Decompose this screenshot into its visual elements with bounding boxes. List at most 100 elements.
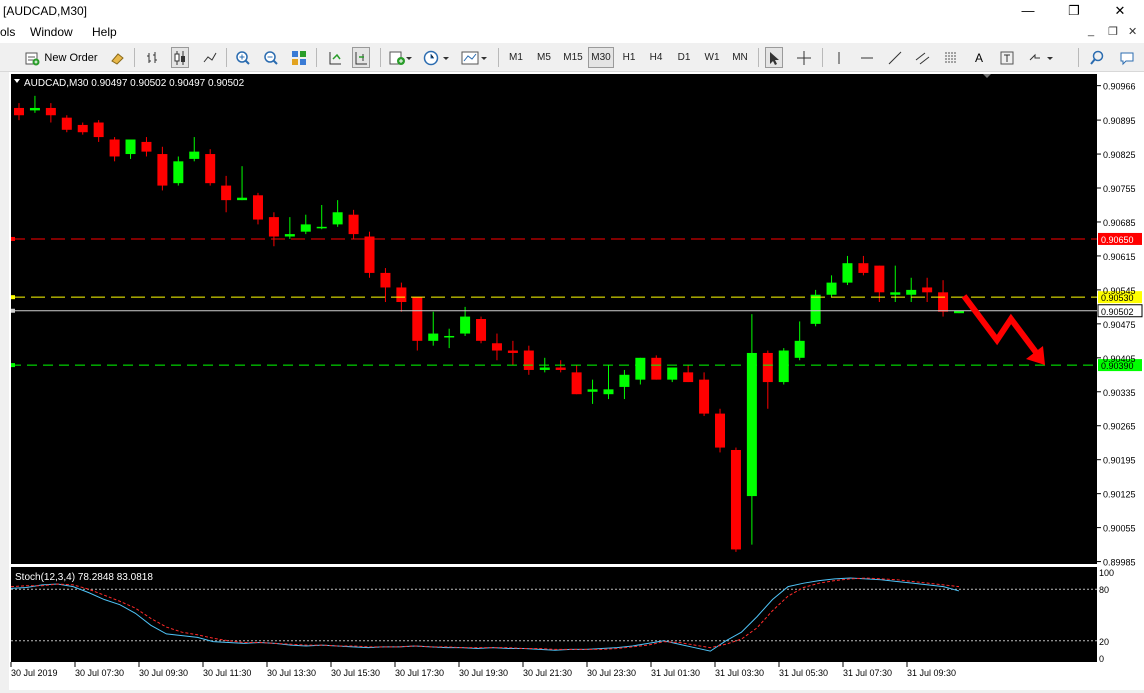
chart-shift-icon [355,51,367,64]
cursor-button[interactable] [765,47,783,68]
stochastic-tick-label: 100 [1099,568,1114,578]
trendline-button[interactable] [886,47,904,68]
candle [778,348,789,385]
time-tick-label: 30 Jul 09:30 [139,668,188,678]
templates-icon [461,51,487,64]
trendline-icon [888,51,902,64]
time-tick-label: 31 Jul 09:30 [907,668,956,678]
price-tick-label: 0.90966 [1103,82,1136,92]
time-tick-label: 30 Jul 11:30 [203,668,251,678]
periods-button[interactable] [422,47,452,68]
tile-windows-icon [292,50,306,65]
time-tick-label: 31 Jul 07:30 [843,668,892,678]
time-tick-label: 30 Jul 2019 [11,668,58,678]
menu-window[interactable]: Window [30,25,73,39]
text-button[interactable] [998,47,1016,68]
crosshair-button[interactable] [795,47,813,68]
indicators-button[interactable] [388,47,414,68]
search-button[interactable] [1088,47,1106,68]
arrows-button[interactable] [1026,47,1056,68]
bar-chart-button[interactable] [144,47,162,68]
time-tick-label: 31 Jul 03:30 [715,668,764,678]
mdi-restore-button[interactable]: ❐ [1108,25,1118,38]
auto-trading-icon [111,52,124,65]
timeframe-h4-button[interactable]: H4 [644,47,668,68]
price-tick-label: 0.90545 [1103,286,1136,296]
fibonacci-button[interactable] [942,47,960,68]
new-order-button[interactable]: New Order [18,47,104,68]
tile-windows-button[interactable] [290,47,308,68]
time-tick-label: 30 Jul 07:30 [75,668,124,678]
time-tick-label: 30 Jul 19:30 [459,668,508,678]
time-tick-label: 30 Jul 17:30 [395,668,444,678]
time-tick-label: 31 Jul 05:30 [779,668,828,678]
price-tick-label: 0.90825 [1103,150,1136,160]
price-level-label: 0.90650 [1101,235,1134,245]
time-tick-label: 30 Jul 13:30 [267,668,316,678]
timeframe-m1-button[interactable]: M1 [504,47,528,68]
time-tick-label: 30 Jul 21:30 [523,668,572,678]
time-tick-label: 31 Jul 01:30 [651,668,700,678]
stochastic-label: Stoch(12,3,4) 78.2848 83.0818 [15,572,153,583]
periods-icon [423,50,449,65]
equidistant-channel-icon [915,52,930,64]
price-level-label: 0.90502 [1101,307,1134,317]
timeframe-d1-button[interactable]: D1 [672,47,696,68]
timeframe-w1-button[interactable]: W1 [700,47,724,68]
price-tick-label: 0.90405 [1103,354,1136,364]
vertical-line-icon [838,51,840,64]
zoom-in-icon [236,50,250,65]
community-icon [1120,52,1134,65]
mdi-close-button[interactable]: ✕ [1128,25,1137,38]
stochastic-tick-label: 80 [1099,585,1109,595]
close-button[interactable]: ✕ [1097,0,1143,22]
indicators-icon [389,51,412,65]
candle [730,447,741,552]
candle [810,289,821,327]
price-tick-label: 0.90125 [1103,490,1136,500]
minimize-button[interactable]: — [1005,0,1051,22]
restore-button[interactable]: ❐ [1051,0,1097,22]
chart-canvas[interactable]: 0.906500.905300.905020.90390 0.909660.90… [9,72,1144,690]
candle [476,316,487,344]
timeframe-h1-button[interactable]: H1 [617,47,641,68]
price-tick-label: 0.90895 [1103,116,1136,126]
candle [715,408,726,453]
autoscroll-button[interactable] [326,47,344,68]
zoom-in-button[interactable] [234,47,252,68]
autoscroll-icon [329,51,341,64]
price-tick-label: 0.90195 [1103,456,1136,466]
price-tick-label: 0.90055 [1103,524,1136,534]
new-order-label: New Order [44,51,98,64]
price-axis: 0.90966 0.90895 0.90825 0.90755 0.90685 0.906… [1097,82,1136,568]
templates-button[interactable] [460,47,490,68]
community-button[interactable] [1118,47,1136,68]
timeframe-m30-button[interactable]: M30 [588,47,614,68]
price-tick-label: 0.89985 [1103,558,1136,568]
candles-button[interactable] [171,47,189,68]
vertical-line-button[interactable] [830,47,848,68]
menu-tools[interactable]: ols [0,25,15,39]
chart-window: 0.90650 0.90530 0.90502 0.90390 0.90966 0.90… [9,72,1144,690]
mdi-minimize-button[interactable]: _ [1088,25,1094,37]
timeframe-m15-button[interactable]: M15 [560,47,586,68]
stochastic-tick-label: 0 [1099,654,1104,664]
horizontal-line-icon [861,57,873,58]
text-label-button[interactable]: A [970,47,988,68]
timeframe-m5-button[interactable]: M5 [532,47,556,68]
chart-shift-button[interactable] [352,47,370,68]
price-tick-label: 0.90685 [1103,218,1136,228]
price-tick-label: 0.90265 [1103,422,1136,432]
line-chart-icon [203,52,217,62]
chart-header: AUDCAD,M30 0.90497 0.90502 0.90497 0.905… [14,78,245,89]
zoom-out-button[interactable] [262,47,280,68]
horizontal-line-button[interactable] [858,47,876,68]
line-chart-button[interactable] [201,47,219,68]
menu-help[interactable]: Help [92,25,117,39]
price-pane [11,74,1097,564]
equidistant-channel-button[interactable] [914,47,932,68]
candle [205,149,216,186]
bar-chart-icon [147,51,157,63]
timeframe-mn-button[interactable]: MN [728,47,752,68]
auto-trading-button[interactable] [108,47,126,68]
